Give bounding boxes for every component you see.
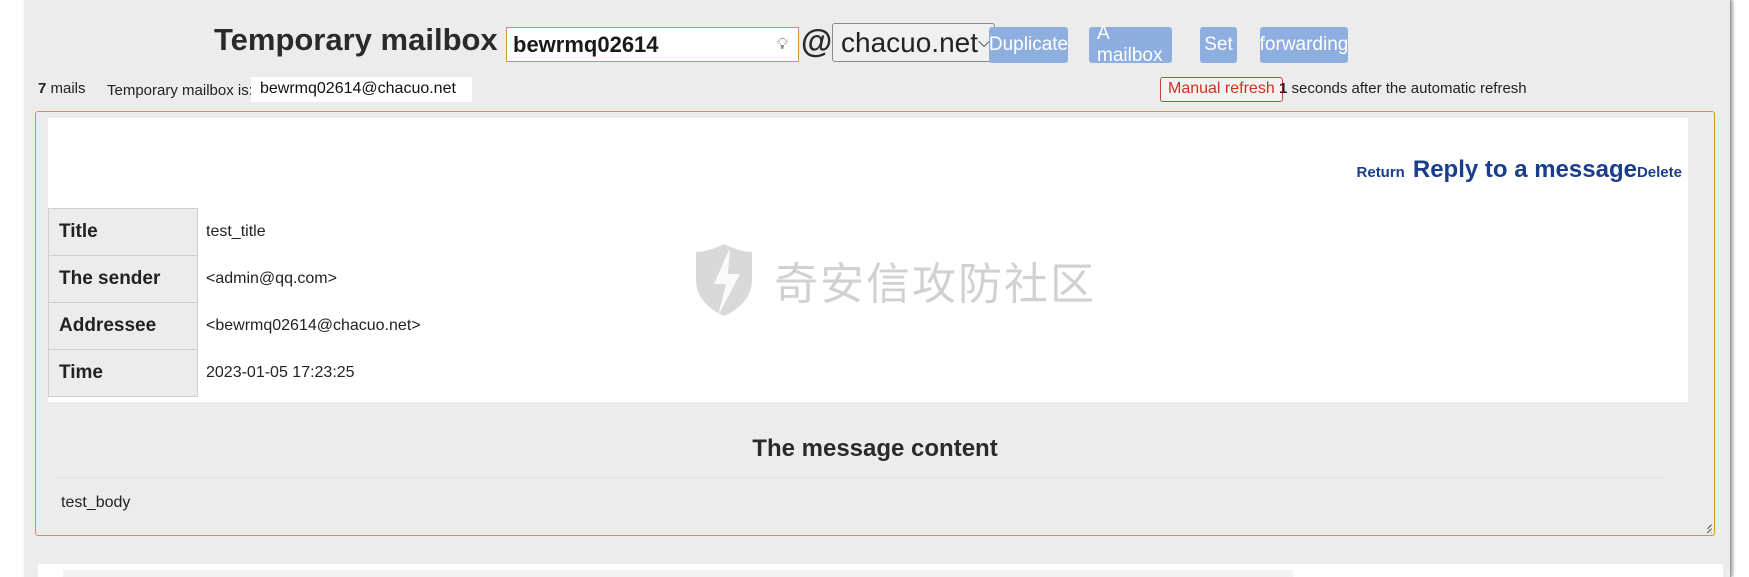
message-actions: Return Reply to a message Delete (1357, 156, 1682, 184)
table-row: Time 2023-01-05 17:23:25 (48, 349, 1598, 397)
watermark-text: 奇安信攻防社区 (774, 259, 1096, 310)
message-content-heading: The message content (752, 435, 998, 462)
resize-grip-icon[interactable] (1696, 517, 1712, 533)
next-panel (38, 564, 1723, 577)
duplicate-button[interactable]: Duplicate (989, 27, 1068, 63)
manual-refresh-button[interactable]: Manual refresh (1160, 77, 1283, 102)
forwarding-button[interactable]: forwarding (1260, 27, 1348, 63)
lightning-shield-logo-icon (696, 244, 752, 316)
mailbox-id-value: bewrmq02614 (513, 31, 659, 57)
temporary-mailbox-address[interactable]: bewrmq02614@chacuo.net (251, 77, 472, 102)
next-panel-inner (63, 570, 1293, 577)
return-link[interactable]: Return (1357, 164, 1405, 181)
domain-value: chacuo.net (841, 26, 978, 58)
delete-link[interactable]: Delete (1637, 164, 1682, 181)
a-mailbox-button[interactable]: A mailbox (1089, 23, 1172, 66)
title-label: Title (48, 208, 198, 256)
sender-label: The sender (48, 255, 198, 303)
lightbulb-icon[interactable]: 💡︎ (777, 36, 788, 54)
mailbox-page: Temporary mailbox ID: bewrmq02614 💡︎ @ c… (24, 0, 1731, 577)
message-panel: Return Reply to a message Delete Title t… (35, 111, 1715, 536)
addressee-label: Addressee (48, 302, 198, 350)
mail-count-number: 7 (38, 80, 47, 97)
mailbox-id-input[interactable]: bewrmq02614 💡︎ (506, 27, 799, 62)
mail-count: 7 mails (38, 80, 86, 97)
time-label: Time (48, 349, 198, 397)
refresh-seconds: 1 (1279, 80, 1288, 97)
time-value: 2023-01-05 17:23:25 (206, 364, 355, 381)
message-body: test_body (61, 494, 131, 511)
domain-select[interactable]: chacuo.net ⌵ (832, 23, 995, 62)
mail-count-label: mails (50, 80, 86, 97)
at-sign: @ (801, 23, 833, 59)
auto-refresh-status: 1 seconds after the automatic refresh (1279, 80, 1527, 97)
set-button[interactable]: Set (1200, 27, 1237, 63)
watermark: 奇安信攻防社区 (692, 240, 1096, 320)
mailbox-id-label: Temporary mailbox ID: (214, 22, 548, 57)
divider (56, 477, 1664, 478)
temporary-mailbox-label: Temporary mailbox is: (107, 82, 253, 99)
reply-link[interactable]: Reply to a message (1413, 156, 1637, 184)
refresh-suffix: seconds after the automatic refresh (1291, 80, 1527, 97)
